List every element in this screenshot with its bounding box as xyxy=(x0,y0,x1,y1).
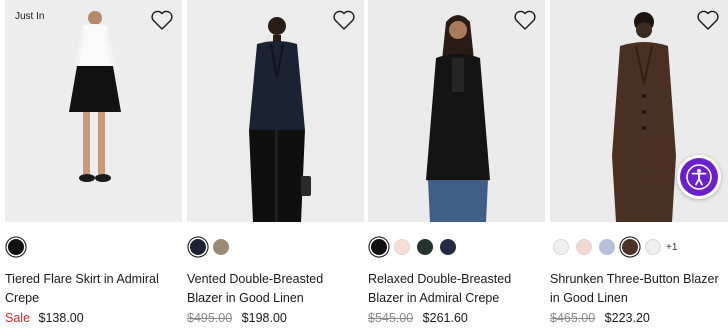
color-swatch[interactable] xyxy=(8,239,24,255)
model-photo xyxy=(368,0,545,222)
original-price: $545.00 xyxy=(368,311,414,325)
current-price: $198.00 xyxy=(241,311,287,325)
sale-label: Sale xyxy=(5,311,31,325)
product-card[interactable]: Vented Double-Breasted Blazer in Good Li… xyxy=(187,0,364,333)
product-price: $545.00 $261.60 xyxy=(368,310,468,326)
accessibility-button-circle xyxy=(680,158,718,196)
product-card[interactable]: Relaxed Double-Breasted Blazer in Admira… xyxy=(368,0,545,333)
current-price: $138.00 xyxy=(38,311,84,325)
model-photo xyxy=(187,0,364,222)
product-title[interactable]: Shrunken Three-Button Blazer in Good Lin… xyxy=(550,270,726,308)
heart-icon[interactable] xyxy=(513,9,537,31)
color-swatches xyxy=(190,237,229,257)
heart-icon[interactable] xyxy=(150,9,174,31)
accessibility-person-icon xyxy=(686,164,712,190)
color-swatch[interactable] xyxy=(371,239,387,255)
product-price: $495.00 $198.00 xyxy=(187,310,287,326)
color-swatches xyxy=(371,237,456,257)
heart-icon[interactable] xyxy=(332,9,356,31)
more-colors-count[interactable]: +1 xyxy=(666,242,677,253)
current-price: $261.60 xyxy=(422,311,468,325)
color-swatch[interactable] xyxy=(213,239,229,255)
color-swatches xyxy=(8,237,24,257)
product-price: $465.00 $223.20 xyxy=(550,310,650,326)
product-title[interactable]: Vented Double-Breasted Blazer in Good Li… xyxy=(187,270,362,308)
original-price: $495.00 xyxy=(187,311,233,325)
product-image[interactable] xyxy=(368,0,545,222)
accessibility-button[interactable] xyxy=(677,155,721,199)
product-image[interactable]: Just In xyxy=(5,0,182,222)
product-price: Sale $138.00 xyxy=(5,310,84,326)
color-swatch[interactable] xyxy=(394,239,410,255)
original-price: $465.00 xyxy=(550,311,596,325)
current-price: $223.20 xyxy=(604,311,650,325)
color-swatch[interactable] xyxy=(576,239,592,255)
product-title[interactable]: Tiered Flare Skirt in Admiral Crepe xyxy=(5,270,180,308)
model-photo xyxy=(5,0,182,222)
color-swatch[interactable] xyxy=(417,239,433,255)
just-in-badge: Just In xyxy=(15,11,45,22)
product-title[interactable]: Relaxed Double-Breasted Blazer in Admira… xyxy=(368,270,543,308)
color-swatch[interactable] xyxy=(190,239,206,255)
color-swatches: +1 xyxy=(553,237,677,257)
product-card[interactable]: Just In Tiered Flare Skirt in Admiral Cr… xyxy=(5,0,182,333)
color-swatch[interactable] xyxy=(645,239,661,255)
color-swatch[interactable] xyxy=(622,239,638,255)
color-swatch[interactable] xyxy=(599,239,615,255)
heart-icon[interactable] xyxy=(696,9,720,31)
color-swatch[interactable] xyxy=(553,239,569,255)
product-grid: Just In Tiered Flare Skirt in Admiral Cr… xyxy=(0,0,728,333)
product-image[interactable] xyxy=(187,0,364,222)
color-swatch[interactable] xyxy=(440,239,456,255)
